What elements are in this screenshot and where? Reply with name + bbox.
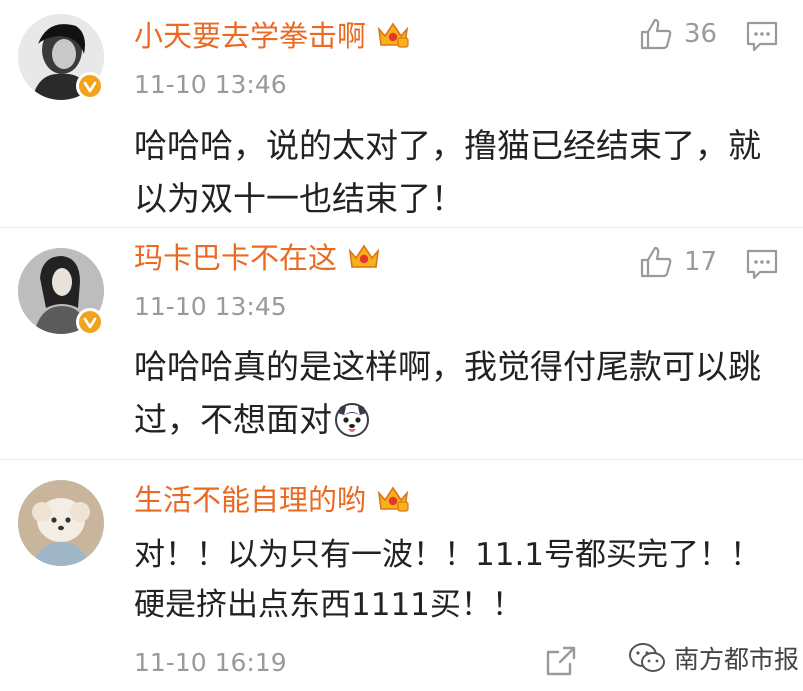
vip-crown-icon	[377, 22, 409, 48]
comment-text: 对！！以为只有一波！！11.1号都买完了！！硬是挤出点东西1111买！！	[134, 537, 762, 623]
username-text[interactable]: 生活不能自理的哟	[134, 483, 366, 517]
username[interactable]: 小天要去学拳击啊	[134, 18, 410, 54]
wechat-icon	[629, 643, 665, 672]
like-button[interactable]: 36	[638, 14, 717, 54]
like-count: 17	[684, 247, 718, 277]
watermark-label: 南方都市报	[674, 645, 800, 674]
watermark: 南方都市报	[628, 640, 799, 676]
username-text[interactable]: 小天要去学拳击啊	[134, 19, 366, 53]
vip-crown-icon	[377, 486, 409, 512]
comment-timestamp: 11-10 13:46	[134, 70, 287, 99]
like-count: 36	[684, 19, 718, 49]
share-icon[interactable]	[544, 644, 578, 678]
comment-item: 小天要去学拳击啊 11-10 13:46 哈哈哈，说的太对了，撸猫已经结束了，就…	[0, 0, 803, 228]
username[interactable]: 玛卡巴卡不在这	[134, 240, 381, 276]
reply-comment-icon[interactable]	[744, 246, 780, 282]
comment-timestamp: 11-10 16:19	[134, 648, 287, 677]
comment-text: 哈哈哈真的是这样啊，我觉得付尾款可以跳过，不想面对	[134, 340, 774, 446]
dog-face-emoji-icon	[335, 403, 369, 437]
verified-badge-icon	[76, 72, 104, 100]
thumbs-up-icon	[640, 18, 672, 50]
comment-text: 哈哈哈，说的太对了，撸猫已经结束了，就以为双十一也结束了！	[134, 126, 761, 218]
comment-text-content: 哈哈哈真的是这样啊，我觉得付尾款可以跳过，不想面对	[134, 347, 761, 439]
like-button[interactable]: 17	[638, 242, 717, 282]
thumbs-up-icon	[640, 246, 672, 278]
verified-badge-icon	[76, 308, 104, 336]
comment-item: 玛卡巴卡不在这 11-10 13:45 哈哈哈真的是这样啊，我觉得付尾款可以跳过…	[0, 228, 803, 460]
vip-crown-icon	[348, 244, 380, 268]
username-text[interactable]: 玛卡巴卡不在这	[134, 241, 337, 275]
comment-timestamp: 11-10 13:45	[134, 292, 287, 321]
avatar[interactable]	[18, 480, 104, 566]
reply-comment-icon[interactable]	[744, 18, 780, 54]
username[interactable]: 生活不能自理的哟	[134, 482, 410, 518]
